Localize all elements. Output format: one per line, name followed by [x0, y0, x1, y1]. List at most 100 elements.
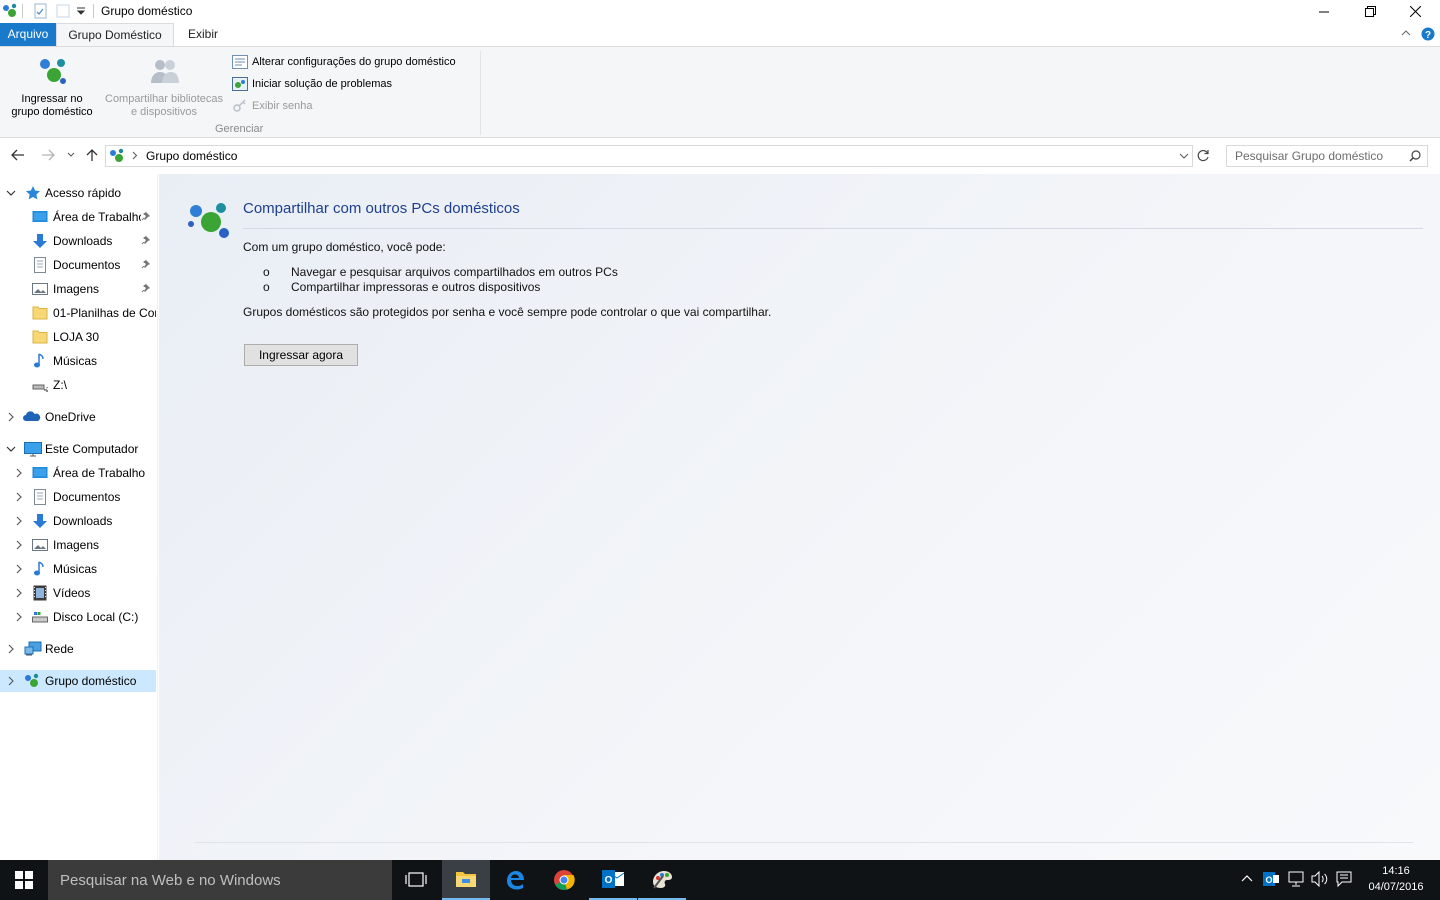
tab-homegroup[interactable]: Grupo Doméstico — [56, 23, 174, 47]
nav-qa-folder-loja[interactable]: LOJA 30 — [0, 326, 156, 348]
close-button[interactable] — [1392, 0, 1438, 23]
chevron-right-icon[interactable] — [14, 468, 24, 478]
task-view-icon[interactable] — [392, 860, 440, 900]
join-now-button[interactable]: Ingressar agora — [244, 344, 358, 366]
homegroup-app-icon[interactable] — [2, 3, 18, 19]
chevron-right-icon[interactable] — [14, 516, 24, 526]
nav-homegroup[interactable]: Grupo doméstico — [0, 670, 156, 692]
chevron-right-icon[interactable] — [6, 412, 16, 422]
nav-qa-pictures[interactable]: Imagens — [0, 278, 156, 300]
chevron-right-icon[interactable] — [14, 564, 24, 574]
system-clock[interactable]: 14:16 04/07/2016 — [1358, 863, 1434, 895]
address-dropdown-icon[interactable] — [1179, 153, 1189, 159]
network-drive-icon: 2 — [32, 377, 48, 393]
minimize-button[interactable] — [1301, 0, 1347, 23]
nav-pc-local-disk[interactable]: Disco Local (C:) — [0, 606, 156, 628]
chevron-down-icon[interactable] — [6, 444, 16, 454]
show-password-button[interactable]: Exibir senha — [232, 97, 313, 115]
nav-onedrive[interactable]: OneDrive — [0, 406, 156, 428]
outlook-tray-icon[interactable]: O — [1263, 871, 1279, 887]
nav-qa-drive-z[interactable]: 2 Z:\ — [0, 374, 156, 396]
network-tray-icon[interactable] — [1287, 871, 1305, 887]
tab-view[interactable]: Exibir — [174, 23, 232, 47]
up-arrow-icon[interactable] — [86, 148, 98, 162]
chevron-right-icon[interactable] — [14, 540, 24, 550]
ribbon-group-label: Gerenciar — [215, 123, 264, 135]
nav-qa-documents[interactable]: Documentos — [0, 254, 156, 276]
desktop-icon — [32, 209, 48, 225]
join-homegroup-button[interactable]: Ingressar no grupo doméstico — [4, 55, 100, 119]
pin-icon[interactable] — [141, 235, 151, 245]
share-libraries-button[interactable]: Compartilhar bibliotecas e dispositivos — [100, 55, 228, 119]
action-center-icon[interactable] — [1336, 871, 1352, 887]
nav-pc-documents[interactable]: Documentos — [0, 486, 156, 508]
forward-arrow-icon[interactable] — [41, 149, 55, 161]
nav-network[interactable]: Rede — [0, 638, 156, 660]
collapse-ribbon-icon[interactable] — [1401, 29, 1411, 37]
breadcrumb-separator-icon[interactable] — [132, 151, 138, 160]
nav-label: Downloads — [53, 514, 113, 528]
chevron-right-icon[interactable] — [14, 588, 24, 598]
change-settings-button[interactable]: Alterar configurações do grupo doméstico — [232, 53, 456, 71]
nav-pc-desktop[interactable]: Área de Trabalho — [0, 462, 156, 484]
nav-this-pc[interactable]: Este Computador — [0, 438, 156, 460]
back-arrow-icon[interactable] — [11, 149, 25, 161]
properties-icon[interactable] — [33, 3, 49, 19]
paint-icon[interactable] — [638, 860, 686, 900]
nav-pc-pictures[interactable]: Imagens — [0, 534, 156, 556]
volume-icon[interactable] — [1311, 871, 1329, 887]
recent-locations-icon[interactable] — [67, 152, 75, 158]
address-bar[interactable]: Grupo doméstico — [105, 145, 1193, 167]
restore-button[interactable] — [1347, 0, 1393, 23]
nav-qa-folder-planilhas[interactable]: 01-Planilhas de Cor — [0, 302, 156, 324]
nav-label: Documentos — [53, 490, 121, 504]
troubleshoot-icon — [232, 77, 248, 91]
chevron-down-icon[interactable] — [6, 188, 16, 198]
edge-browser-icon[interactable] — [491, 860, 539, 900]
nav-label: Downloads — [53, 234, 113, 248]
note-text: Grupos domésticos são protegidos por sen… — [243, 305, 772, 319]
chevron-right-icon[interactable] — [14, 492, 24, 502]
film-strip-icon — [32, 585, 48, 601]
intro-text: Com um grupo doméstico, você pode: — [243, 240, 446, 254]
new-folder-icon[interactable] — [55, 3, 71, 19]
nav-pc-music[interactable]: Músicas — [0, 558, 156, 580]
share-libraries-label-1: Compartilhar bibliotecas — [105, 93, 223, 105]
show-hidden-icons-chevron-icon[interactable] — [1241, 874, 1253, 882]
nav-pc-downloads[interactable]: Downloads — [0, 510, 156, 532]
file-explorer-icon[interactable] — [442, 860, 490, 900]
nav-quick-access[interactable]: Acesso rápido — [0, 182, 156, 204]
taskbar: Pesquisar na Web e no Windows O O 14:16 … — [0, 860, 1440, 900]
nav-label: Imagens — [53, 282, 100, 296]
nav-label: Área de Trabalho — [53, 210, 141, 224]
taskbar-search-box[interactable]: Pesquisar na Web e no Windows — [48, 860, 392, 900]
nav-qa-downloads[interactable]: Downloads — [0, 230, 156, 252]
nav-label: Imagens — [53, 538, 100, 552]
pin-icon[interactable] — [141, 211, 151, 221]
cloud-icon — [23, 409, 41, 425]
pin-icon[interactable] — [141, 259, 151, 269]
outlook-icon[interactable]: O — [589, 860, 637, 900]
chevron-right-icon[interactable] — [14, 612, 24, 622]
nav-qa-desktop[interactable]: Área de Trabalho — [0, 206, 156, 228]
chevron-right-icon[interactable] — [6, 676, 16, 686]
tab-file[interactable]: Arquivo — [0, 23, 56, 47]
troubleshoot-button[interactable]: Iniciar solução de problemas — [232, 75, 392, 93]
start-button[interactable] — [0, 860, 48, 900]
nav-qa-music[interactable]: Músicas — [0, 350, 156, 372]
search-icon[interactable] — [1409, 150, 1421, 162]
nav-pc-videos[interactable]: Vídeos — [0, 582, 156, 604]
chevron-right-icon[interactable] — [6, 644, 16, 654]
search-input[interactable]: Pesquisar Grupo doméstico — [1226, 145, 1428, 167]
customize-qa-dropdown-icon[interactable] — [76, 6, 86, 16]
help-icon[interactable]: ? — [1421, 27, 1435, 41]
pin-icon[interactable] — [141, 283, 151, 293]
ribbon-panel: Ingressar no grupo doméstico Compartilha… — [0, 46, 1440, 138]
chrome-browser-icon[interactable] — [540, 860, 588, 900]
qa-divider — [93, 4, 94, 18]
breadcrumb-homegroup[interactable]: Grupo doméstico — [146, 149, 237, 163]
clock-date: 04/07/2016 — [1368, 881, 1424, 893]
navigation-pane: Acesso rápido Área de Trabalho Downloads… — [0, 174, 158, 860]
nav-label: OneDrive — [45, 410, 96, 424]
refresh-icon[interactable] — [1197, 149, 1210, 162]
